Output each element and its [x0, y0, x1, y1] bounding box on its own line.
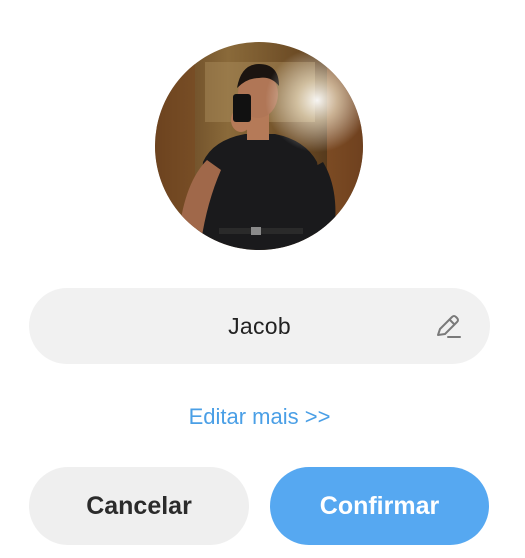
confirm-button[interactable]: Confirmar: [270, 467, 489, 545]
pencil-icon[interactable]: [434, 312, 462, 340]
edit-more-link[interactable]: Editar mais >>: [0, 402, 519, 432]
profile-avatar[interactable]: [155, 42, 363, 250]
name-value[interactable]: Jacob: [89, 288, 430, 364]
avatar-photo: [155, 42, 363, 250]
cancel-button[interactable]: Cancelar: [29, 467, 249, 545]
name-field[interactable]: Jacob: [29, 288, 490, 364]
